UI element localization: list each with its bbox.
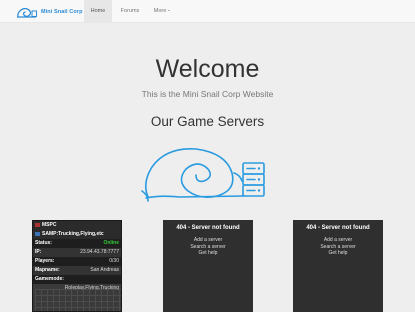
get-help-link[interactable]: Get help	[293, 250, 383, 257]
brand-name: Mini Snail Corp	[41, 8, 83, 15]
gamemode-row: Gamemode:	[33, 275, 121, 284]
caret-down-icon	[168, 10, 171, 12]
players-label: Players:	[35, 258, 55, 264]
page-title: Welcome	[155, 55, 260, 83]
get-help-link[interactable]: Get help	[163, 250, 253, 257]
not-found-title: 404 - Server not found	[306, 225, 370, 231]
nav-item-forums[interactable]: Forums	[114, 0, 146, 22]
status-label: Status:	[35, 240, 52, 246]
mapname-label: Mapname:	[35, 267, 60, 273]
server-not-found-card: 404 - Server not found Add a server Sear…	[293, 220, 383, 312]
game-icon	[35, 222, 40, 227]
nav-item-home[interactable]: Home	[84, 0, 112, 22]
brand-link[interactable]: Mini Snail Corp	[16, 3, 83, 20]
server-status-card[interactable]: MSPC SAMP:Trucking,Flying,etc Status: On…	[32, 220, 122, 312]
server-not-found-card: 404 - Server not found Add a server Sear…	[163, 220, 253, 312]
mapname-value: San Andreas	[90, 267, 119, 273]
ip-value[interactable]: 23.94.43.78:7777	[80, 248, 119, 257]
mapname-row: Mapname: San Andreas	[33, 266, 121, 275]
ip-row: IP: 23.94.43.78:7777	[33, 248, 121, 257]
server-name-row: MSPC	[33, 221, 121, 230]
snail-logo-icon	[17, 7, 37, 18]
nav-item-more-dropdown[interactable]: More	[147, 0, 177, 22]
status-value: Online	[103, 240, 119, 246]
status-row: Status: Online	[33, 239, 121, 248]
player-graph	[35, 289, 121, 311]
navbar: Mini Snail Corp Home Forums More	[0, 0, 415, 23]
server-description: SAMP:Trucking,Flying,etc	[42, 231, 104, 237]
ip-label: IP:	[35, 249, 42, 255]
nav-item-home-label: Home	[90, 8, 106, 14]
nav-item-forums-label: Forums	[120, 8, 140, 14]
not-found-title: 404 - Server not found	[176, 225, 240, 231]
nav-item-more-label: More	[153, 8, 167, 14]
players-value: 0/30	[109, 258, 119, 264]
server-name: MSPC	[42, 222, 57, 228]
flag-icon	[35, 231, 40, 236]
snail-server-illustration	[141, 148, 265, 202]
server-description-row: SAMP:Trucking,Flying,etc	[33, 230, 121, 239]
page-subtitle: This is the Mini Snail Corp Website	[141, 89, 274, 99]
servers-heading: Our Game Servers	[150, 114, 265, 129]
players-row: Players: 0/30	[33, 257, 121, 266]
gamemode-label: Gamemode:	[35, 276, 64, 282]
